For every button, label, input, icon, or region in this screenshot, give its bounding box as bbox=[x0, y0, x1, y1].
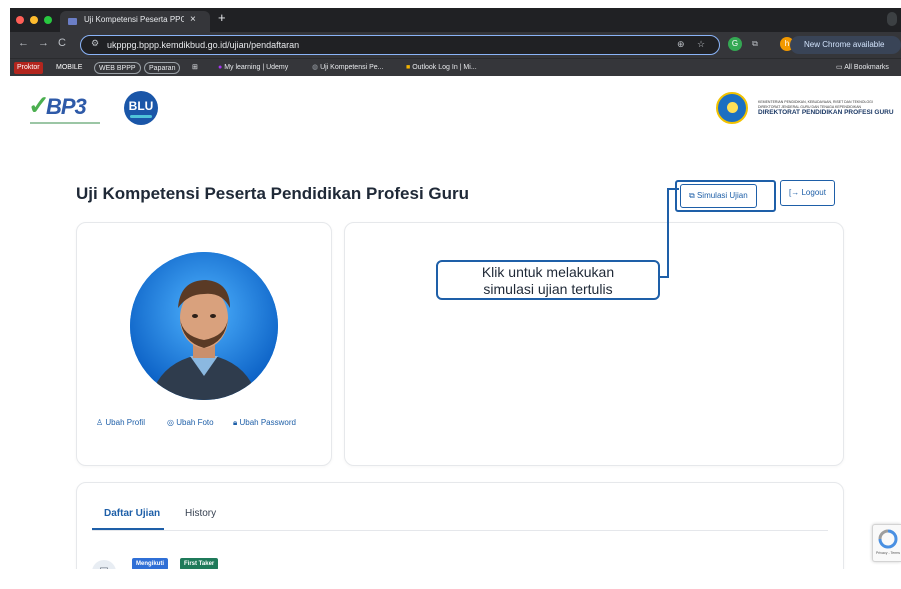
all-bookmarks-folder[interactable]: ▭ All Bookmarks bbox=[836, 62, 889, 74]
callout-line-1: Klik untuk melakukan bbox=[481, 264, 615, 280]
back-icon[interactable]: ← bbox=[18, 37, 29, 49]
tut-wuri-handayani-emblem bbox=[716, 92, 748, 124]
ministry-main-line: DIREKTORAT PENDIDIKAN PROFESI GURU bbox=[758, 109, 894, 116]
logout-label: Logout bbox=[801, 188, 826, 197]
address-bar[interactable]: ⚙ ukpppg.bppp.kemdikbud.go.id/ujian/pend… bbox=[80, 35, 720, 55]
tab-favicon-icon bbox=[68, 18, 77, 25]
simulasi-ujian-label: Simulasi Ujian bbox=[696, 191, 748, 200]
user-icon: ♙ bbox=[96, 418, 104, 427]
recaptcha-icon bbox=[878, 529, 898, 549]
recaptcha-privacy-terms[interactable]: Privacy - Terms bbox=[876, 551, 900, 555]
logout-button[interactable]: [→ Logout bbox=[780, 180, 835, 206]
browser-tab-strip: Uji Kompetensi Peserta PPG × + bbox=[10, 8, 901, 32]
browser-toolbar: ← → C ⚙ ukpppg.bppp.kemdikbud.go.id/ujia… bbox=[10, 32, 901, 58]
simulasi-ujian-button[interactable]: ⧉ Simulasi Ujian bbox=[680, 184, 757, 208]
url-text: ukpppg.bppp.kemdikbud.go.id/ujian/pendaf… bbox=[107, 40, 300, 50]
bookmark-udemy[interactable]: ● My learning | Udemy bbox=[218, 62, 288, 74]
bookmark-star-icon[interactable]: ☆ bbox=[697, 39, 705, 50]
folder-icon: ▭ bbox=[836, 64, 843, 71]
ubah-password-label: Ubah Password bbox=[239, 418, 296, 427]
blu-logo-text: BLU bbox=[128, 99, 154, 113]
bookmark-mobile[interactable]: MOBILE bbox=[56, 62, 82, 74]
bookmark-outlook[interactable]: ■ Outlook Log In | Mi... bbox=[406, 62, 477, 74]
active-tab-indicator bbox=[92, 528, 164, 530]
recaptcha-badge[interactable]: Privacy - Terms bbox=[872, 524, 901, 562]
bp3-logo-text: BP3 bbox=[46, 94, 87, 119]
ubah-profil-link[interactable]: ♙ Ubah Profil bbox=[96, 418, 145, 427]
callout-connector-vertical bbox=[667, 189, 669, 277]
ubah-foto-label: Ubah Foto bbox=[176, 418, 214, 427]
page-title: Uji Kompetensi Peserta Pendidikan Profes… bbox=[76, 184, 469, 203]
bookmark-uji-kompetensi[interactable]: ◍ Uji Kompetensi Pe... bbox=[312, 62, 383, 74]
reload-icon[interactable]: C bbox=[58, 37, 66, 49]
avatar[interactable] bbox=[130, 252, 278, 400]
emblem-center bbox=[727, 102, 738, 113]
bookmarks-bar: Proktor MOBILE WEB BPPP Paparan ⊞ ● My l… bbox=[10, 58, 901, 76]
callout-connector-bottom bbox=[660, 276, 669, 278]
logout-icon: [→ bbox=[789, 188, 800, 197]
forward-icon[interactable]: → bbox=[38, 37, 49, 49]
browser-tab[interactable]: Uji Kompetensi Peserta PPG × bbox=[60, 11, 210, 32]
new-tab-button[interactable]: + bbox=[218, 10, 226, 25]
window-minimize-dot[interactable] bbox=[30, 16, 38, 24]
window-close-dot[interactable] bbox=[16, 16, 24, 24]
tabs-divider bbox=[92, 530, 828, 531]
external-link-icon: ⧉ bbox=[689, 191, 695, 200]
exam-tabs-card bbox=[76, 482, 844, 569]
bp3-logo[interactable]: ✓ BP3 bbox=[28, 88, 100, 128]
info-card bbox=[344, 222, 844, 466]
lock-icon: 🔒︎ bbox=[233, 418, 238, 427]
extension-icon[interactable]: G bbox=[728, 37, 742, 51]
site-info-icon[interactable]: ⚙ bbox=[91, 38, 99, 49]
bookmark-web-bppp[interactable]: WEB BPPP bbox=[94, 62, 141, 74]
ubah-profil-label: Ubah Profil bbox=[105, 418, 145, 427]
blu-logo-swoosh bbox=[130, 115, 152, 118]
tab-close-icon[interactable]: × bbox=[190, 14, 196, 25]
window-zoom-dot[interactable] bbox=[44, 16, 52, 24]
bookmark-paparan[interactable]: Paparan bbox=[144, 62, 181, 74]
instruction-callout: Klik untuk melakukan simulasi ujian tert… bbox=[436, 260, 660, 300]
extensions-puzzle-icon[interactable]: ⧉ bbox=[748, 37, 762, 51]
ministry-heading: KEMENTERIAN PENDIDIKAN, KEBUDAYAAN, RISE… bbox=[758, 100, 901, 117]
ubah-password-link[interactable]: 🔒︎ Ubah Password bbox=[233, 418, 296, 428]
chrome-update-button[interactable]: New Chrome available bbox=[790, 36, 901, 54]
tab-history[interactable]: History bbox=[185, 508, 216, 519]
tab-search-button[interactable] bbox=[887, 12, 897, 26]
blu-logo[interactable]: BLU bbox=[124, 91, 158, 125]
ubah-foto-link[interactable]: ◎ Ubah Foto bbox=[167, 418, 214, 427]
logo-underline bbox=[30, 122, 100, 124]
tab-title: Uji Kompetensi Peserta PPG bbox=[84, 15, 184, 24]
status-badge-mengikuti: Mengikuti bbox=[132, 558, 168, 569]
tab-daftar-ujian[interactable]: Daftar Ujian bbox=[104, 508, 160, 519]
status-badge-first-taker: First Taker bbox=[180, 558, 219, 569]
bookmark-proktor[interactable]: Proktor bbox=[14, 62, 43, 74]
apps-grid-icon[interactable]: ⊞ bbox=[192, 62, 198, 74]
camera-icon: ◎ bbox=[167, 418, 174, 427]
avatar-portrait bbox=[130, 252, 278, 400]
web-page: ✓ BP3 BLU KEMENTERIAN PENDIDIKAN, KEBUDA… bbox=[10, 76, 901, 569]
translate-icon[interactable]: ⊕ bbox=[677, 39, 685, 50]
callout-line-2: simulasi ujian tertulis bbox=[483, 281, 613, 297]
